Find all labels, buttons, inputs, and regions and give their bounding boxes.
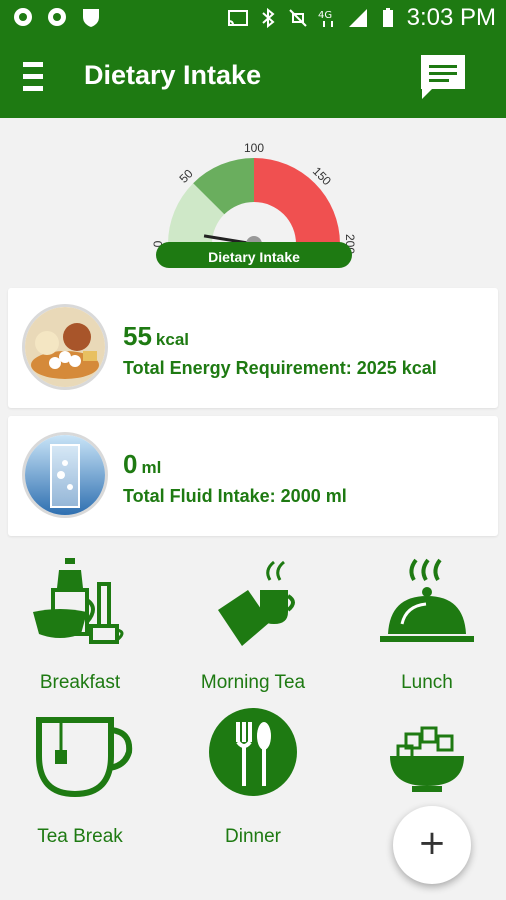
meal-lunch[interactable]: Lunch bbox=[352, 550, 502, 693]
water-glass-image bbox=[22, 432, 108, 518]
meal-morning-tea[interactable]: Morning Tea bbox=[178, 550, 328, 693]
status-bar: 4G 3:03 PM bbox=[0, 0, 506, 36]
meal-label: Dinner bbox=[225, 826, 281, 847]
4g-icon: 4G bbox=[318, 10, 333, 27]
fluid-value-row: 0 ml bbox=[123, 449, 161, 480]
sugar-bowl-icon bbox=[390, 726, 464, 792]
app-bar: Dietary Intake bbox=[0, 36, 506, 118]
status-time: 3:03 PM bbox=[406, 4, 496, 31]
chat-icon[interactable] bbox=[418, 52, 468, 102]
gauge-label: Dietary Intake bbox=[208, 249, 300, 265]
menu-icon bbox=[23, 62, 43, 67]
gauge-tick-label: 100 bbox=[244, 141, 264, 155]
meal-breakfast[interactable]: Breakfast bbox=[5, 550, 155, 693]
add-button[interactable]: + bbox=[393, 806, 471, 884]
energy-value-row: 55 kcal bbox=[123, 321, 189, 352]
svg-text:4G: 4G bbox=[318, 10, 332, 21]
menu-button[interactable] bbox=[14, 58, 54, 98]
energy-requirement: Total Energy Requirement: 2025 kcal bbox=[123, 358, 437, 378]
aperture-icon bbox=[48, 8, 66, 26]
cloche-icon bbox=[380, 558, 474, 642]
meal-label: Breakfast bbox=[39, 672, 121, 693]
cast-icon bbox=[227, 10, 248, 26]
bluetooth-icon bbox=[261, 7, 275, 29]
fork-spoon-icon bbox=[209, 708, 297, 796]
food-image bbox=[22, 304, 108, 390]
breakfast-icon bbox=[33, 558, 124, 644]
battery-icon bbox=[382, 8, 393, 27]
status-left-icons bbox=[12, 6, 102, 28]
meal-snack[interactable] bbox=[352, 716, 502, 796]
energy-value: 55 bbox=[123, 321, 152, 351]
fluid-value: 0 bbox=[123, 449, 138, 479]
morning-tea-icon bbox=[218, 560, 295, 646]
tea-cup-icon bbox=[36, 717, 133, 798]
aperture-icon bbox=[14, 8, 32, 26]
energy-unit: kcal bbox=[155, 330, 190, 349]
meal-label: Lunch bbox=[401, 672, 453, 693]
fluid-unit: ml bbox=[141, 458, 162, 477]
page-title: Dietary Intake bbox=[84, 60, 262, 90]
signal-icon bbox=[348, 9, 367, 27]
plus-icon: + bbox=[417, 823, 447, 863]
dietary-intake-gauge: 050100150200 Dietary Intake bbox=[151, 141, 357, 268]
shield-icon bbox=[83, 9, 99, 27]
fluid-requirement: Total Fluid Intake: 2000 ml bbox=[123, 486, 347, 506]
meal-tea-break[interactable]: Tea Break bbox=[5, 706, 155, 847]
fluid-card[interactable]: 0 ml Total Fluid Intake: 2000 ml bbox=[8, 416, 498, 536]
meal-label: Tea Break bbox=[37, 826, 123, 847]
meal-label: Morning Tea bbox=[200, 672, 306, 693]
gauge-tick-label: 50 bbox=[176, 166, 196, 186]
energy-card[interactable]: 55 kcal Total Energy Requirement: 2025 kc… bbox=[8, 288, 498, 408]
status-right-icons: 4G 3:03 PM bbox=[227, 4, 496, 32]
meal-dinner[interactable]: Dinner bbox=[178, 706, 328, 847]
mute-icon bbox=[288, 9, 307, 27]
